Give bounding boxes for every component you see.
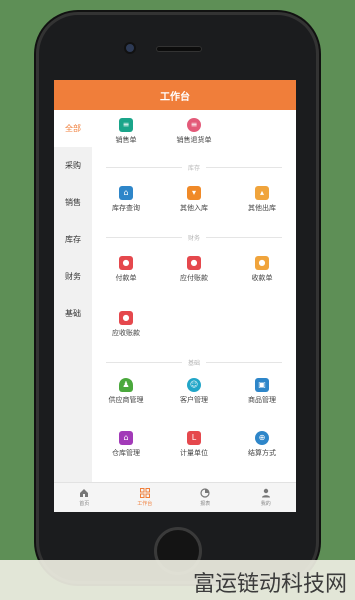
house-search-icon: ⌂ bbox=[119, 186, 133, 200]
box-in-icon: ▾ bbox=[187, 186, 201, 200]
section-divider-finance: 财务 bbox=[106, 233, 283, 242]
tab-label: 报表 bbox=[200, 501, 211, 507]
tab-label: 我的 bbox=[260, 501, 271, 507]
sidebar-item-all[interactable]: 全部 bbox=[54, 110, 92, 147]
module-label: 计量单位 bbox=[180, 449, 208, 457]
front-camera bbox=[126, 44, 134, 52]
module-label: 收款单 bbox=[251, 274, 273, 282]
module-label: 其他出库 bbox=[248, 204, 276, 212]
module-unit[interactable]: L 计量单位 bbox=[160, 431, 228, 458]
module-supplier[interactable]: ♟ 供应商管理 bbox=[92, 378, 160, 405]
section-divider-basic: 基础 bbox=[106, 358, 283, 367]
module-customer[interactable]: ☺ 客户管理 bbox=[160, 378, 228, 405]
person-icon: ♟ bbox=[119, 378, 133, 392]
module-label: 结算方式 bbox=[248, 449, 276, 457]
module-label: 商品管理 bbox=[248, 396, 276, 404]
module-label: 应付账款 bbox=[180, 274, 208, 282]
section-divider-inventory: 库存 bbox=[106, 163, 283, 172]
return-list-icon: ≡ bbox=[187, 118, 201, 132]
money-bag-icon: ● bbox=[119, 256, 133, 270]
home-icon bbox=[80, 489, 89, 497]
smile-icon: ☺ bbox=[187, 378, 201, 392]
module-receivable[interactable]: ● 应收账款 bbox=[92, 311, 160, 338]
target-icon: ⊕ bbox=[255, 431, 269, 445]
tab-label: 首页 bbox=[79, 501, 90, 507]
section-title: 基础 bbox=[188, 360, 201, 367]
module-label: 应收账款 bbox=[112, 329, 140, 337]
box-out-icon: ▴ bbox=[255, 186, 269, 200]
app-screen: 工作台 全部 采购 销售 库存 财务 基础 ≡ 销售单 ≡ 销售退货单 库存 ⌂… bbox=[54, 80, 296, 512]
user-icon bbox=[261, 488, 270, 498]
tab-label: 工作台 bbox=[137, 501, 153, 507]
module-other-in[interactable]: ▾ 其他入库 bbox=[160, 186, 228, 213]
pie-chart-icon bbox=[200, 488, 210, 498]
unit-icon: L bbox=[187, 431, 201, 445]
page-title: 工作台 bbox=[160, 91, 190, 103]
tab-workbench[interactable]: 工作台 bbox=[115, 483, 176, 512]
section-title: 库存 bbox=[188, 165, 201, 172]
module-sales-order[interactable]: ≡ 销售单 bbox=[92, 118, 160, 145]
module-sales-return[interactable]: ≡ 销售退货单 bbox=[160, 118, 228, 145]
tab-reports[interactable]: 报表 bbox=[175, 483, 236, 512]
grid-icon bbox=[139, 488, 150, 498]
module-grid: ≡ 销售单 ≡ 销售退货单 库存 ⌂ 库存查询 ▾ 其他入库 ▴ 其他出库 财务… bbox=[92, 110, 296, 482]
module-other-out[interactable]: ▴ 其他出库 bbox=[228, 186, 296, 213]
module-receipt[interactable]: ● 收款单 bbox=[228, 256, 296, 283]
module-warehouse[interactable]: ⌂ 仓库管理 bbox=[92, 431, 160, 458]
sidebar-item-basic[interactable]: 基础 bbox=[54, 295, 92, 332]
sidebar-item-inventory[interactable]: 库存 bbox=[54, 221, 92, 258]
money-bag-icon: ● bbox=[187, 256, 201, 270]
home-icon: ⌂ bbox=[119, 431, 133, 445]
sidebar-item-sales[interactable]: 销售 bbox=[54, 184, 92, 221]
module-label: 库存查询 bbox=[112, 204, 140, 212]
module-stock-query[interactable]: ⌂ 库存查询 bbox=[92, 186, 160, 213]
module-label: 付款单 bbox=[115, 274, 137, 282]
category-sidebar: 全部 采购 销售 库存 财务 基础 bbox=[54, 110, 92, 482]
module-label: 其他入库 bbox=[180, 204, 208, 212]
bag-icon: ▣ bbox=[255, 378, 269, 392]
sidebar-item-finance[interactable]: 财务 bbox=[54, 258, 92, 295]
clipboard-icon: ≡ bbox=[119, 118, 133, 132]
module-product[interactable]: ▣ 商品管理 bbox=[228, 378, 296, 405]
sidebar-item-purchase[interactable]: 采购 bbox=[54, 147, 92, 184]
bottom-tab-bar: 首页 工作台 报表 我的 bbox=[54, 482, 296, 512]
module-label: 仓库管理 bbox=[112, 449, 140, 457]
module-label: 供应商管理 bbox=[108, 396, 144, 404]
module-settlement[interactable]: ⊕ 结算方式 bbox=[228, 431, 296, 458]
section-title: 财务 bbox=[188, 235, 201, 242]
module-payable[interactable]: ● 应付账款 bbox=[160, 256, 228, 283]
module-label: 销售单 bbox=[115, 136, 137, 144]
module-payment[interactable]: ● 付款单 bbox=[92, 256, 160, 283]
watermark-text: 富运链动科技网 bbox=[192, 572, 347, 597]
tab-home[interactable]: 首页 bbox=[54, 483, 115, 512]
money-bag-icon: ● bbox=[255, 256, 269, 270]
module-label: 销售退货单 bbox=[176, 136, 212, 144]
tab-mine[interactable]: 我的 bbox=[236, 483, 297, 512]
earpiece-speaker bbox=[156, 46, 202, 52]
content-area: 全部 采购 销售 库存 财务 基础 ≡ 销售单 ≡ 销售退货单 库存 ⌂ 库存查… bbox=[54, 110, 296, 482]
title-bar: 工作台 bbox=[54, 80, 296, 110]
module-label: 客户管理 bbox=[180, 396, 208, 404]
money-bag-icon: ● bbox=[119, 311, 133, 325]
